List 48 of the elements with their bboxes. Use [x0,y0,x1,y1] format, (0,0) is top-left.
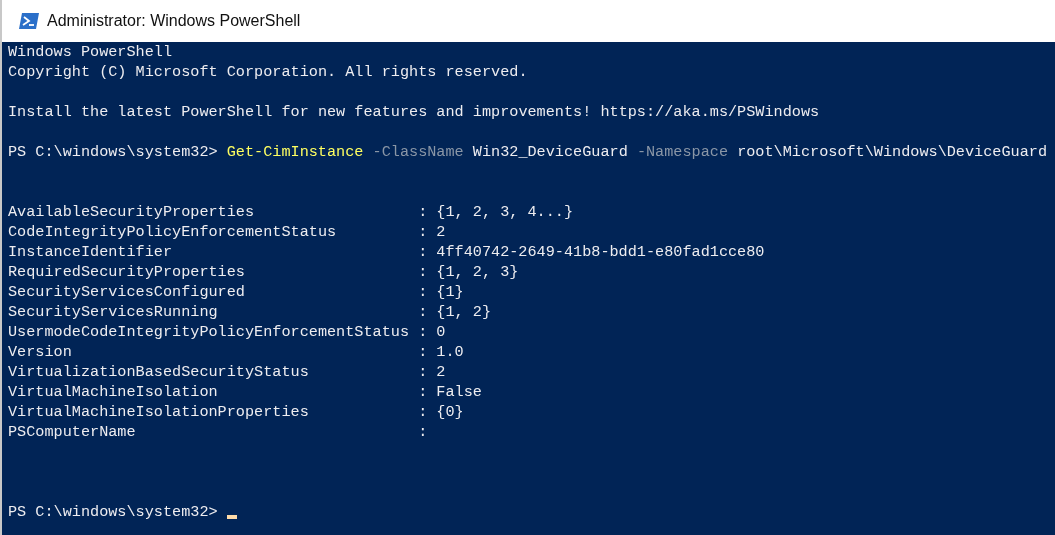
property-value: 2 [436,362,446,382]
cmdlet-name: Get-CimInstance [226,142,364,162]
property-value: False [436,382,482,402]
cursor-icon [226,515,237,519]
separator: : [418,362,429,382]
property-value: 4ff40742-2649-41b8-bdd1-e80fad1cce80 [436,242,765,262]
separator: : [418,282,429,302]
property-name: SecurityServicesConfigured [8,282,246,302]
property-value: 2 [436,222,446,242]
property-name: VirtualMachineIsolation [8,382,219,402]
notice-line: Install the latest PowerShell for new features and improvements! https://aka.ms/PSWindows [8,102,821,122]
property-value: {1, 2, 3, 4...} [436,202,574,222]
argument-value: root\Microsoft\Windows\DeviceGuard [737,142,1047,162]
banner-line: Copyright (C) Microsoft Corporation. All rights reserved. [8,62,529,82]
separator: : [418,342,429,362]
property-name: PSComputerName [8,422,137,442]
separator: : [418,242,429,262]
property-name: SecurityServicesRunning [8,302,219,322]
property-name: AvailableSecurityProperties [8,202,256,222]
separator: : [418,262,429,282]
separator: : [418,202,429,222]
property-value: {0} [436,402,464,422]
separator: : [418,302,429,322]
argument-value: Win32_DeviceGuard [472,142,628,162]
separator: : [418,402,429,422]
property-value: {1, 2} [436,302,492,322]
property-name: VirtualMachineIsolationProperties [8,402,310,422]
banner-line: Windows PowerShell [8,42,174,62]
property-name: RequiredSecurityProperties [8,262,246,282]
separator: : [418,382,429,402]
parameter-name: -ClassName [372,142,464,162]
separator: : [418,422,429,442]
property-name: InstanceIdentifier [8,242,174,262]
property-name: CodeIntegrityPolicyEnforcementStatus [8,222,338,242]
property-value: 1.0 [436,342,464,362]
prompt: PS C:\windows\system32> [8,142,218,162]
separator: : [418,322,429,342]
separator: : [418,222,429,242]
window-title: Administrator: Windows PowerShell [47,12,301,30]
property-name: Version [8,342,73,362]
property-value: {1, 2, 3} [436,262,519,282]
property-value: {1} [436,282,464,302]
property-name: VirtualizationBasedSecurityStatus [8,362,310,382]
powershell-icon [19,13,39,29]
property-name: UsermodeCodeIntegrityPolicyEnforcementStatus [8,322,410,342]
parameter-name: -Namespace [636,142,728,162]
property-value: 0 [436,322,446,342]
prompt: PS C:\windows\system32> [8,502,218,522]
